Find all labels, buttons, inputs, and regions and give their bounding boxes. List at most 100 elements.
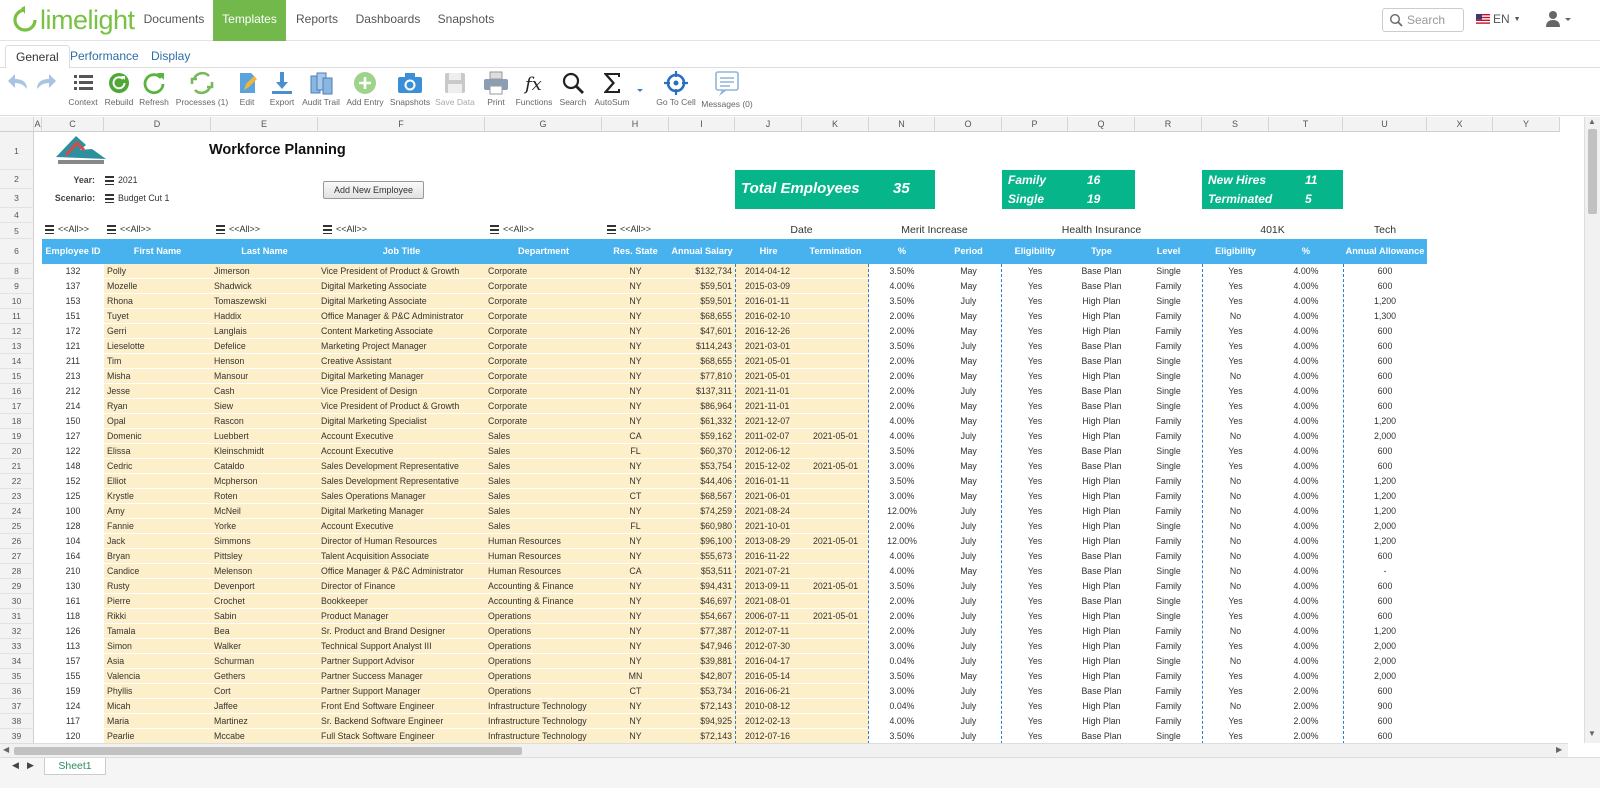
scroll-up-icon[interactable]: ▲: [1588, 117, 1596, 126]
cell-job-title[interactable]: Vice President of Product & Growth: [318, 399, 485, 414]
cell-401k-pct[interactable]: 4.00%: [1269, 279, 1343, 294]
cell-annual-salary[interactable]: $42,807: [669, 669, 735, 684]
cell-merit-period[interactable]: May: [935, 414, 1002, 429]
nav-reports[interactable]: Reports: [288, 0, 346, 41]
cell-job-title[interactable]: Talent Acquisition Associate: [318, 549, 485, 564]
cell-health-type[interactable]: High Plan: [1068, 429, 1135, 444]
search-input[interactable]: Search: [1382, 8, 1464, 32]
cell-401k-pct[interactable]: 4.00%: [1269, 294, 1343, 309]
cell-termination-date[interactable]: [802, 639, 869, 654]
cell-merit-period[interactable]: July: [935, 609, 1002, 624]
cell-hire-date[interactable]: 2012-06-12: [735, 444, 802, 459]
scroll-down-icon[interactable]: ▼: [1588, 729, 1596, 738]
cell-tech-allowance[interactable]: 1,200: [1343, 504, 1427, 519]
cell-job-title[interactable]: Office Manager & P&C Administrator: [318, 309, 485, 324]
cell-merit-pct[interactable]: 2.00%: [869, 519, 935, 534]
cell-annual-salary[interactable]: $60,980: [669, 519, 735, 534]
cell-employee-id[interactable]: 150: [42, 414, 104, 429]
column-header-q[interactable]: Q: [1068, 117, 1135, 132]
cell-health-level[interactable]: Family: [1135, 579, 1202, 594]
column-header-k[interactable]: K: [802, 117, 869, 132]
row-header-21[interactable]: 21: [0, 459, 34, 474]
cell-401k-eligibility[interactable]: No: [1202, 564, 1269, 579]
cell-health-level[interactable]: Family: [1135, 699, 1202, 714]
cell-first-name[interactable]: Amy: [104, 504, 211, 519]
cell-last-name[interactable]: Devenport: [211, 579, 318, 594]
cell-health-eligibility[interactable]: Yes: [1002, 564, 1068, 579]
cell-first-name[interactable]: Tim: [104, 354, 211, 369]
row-header-37[interactable]: 37: [0, 699, 34, 714]
cell-401k-pct[interactable]: 4.00%: [1269, 654, 1343, 669]
cell-department[interactable]: Sales: [485, 504, 602, 519]
cell-employee-id[interactable]: 128: [42, 519, 104, 534]
cell-job-title[interactable]: Vice President of Product & Growth: [318, 264, 485, 279]
cell-department[interactable]: Sales: [485, 459, 602, 474]
cell-merit-period[interactable]: July: [935, 699, 1002, 714]
cell-termination-date[interactable]: 2021-05-01: [802, 534, 869, 549]
cell-job-title[interactable]: Full Stack Software Engineer: [318, 729, 485, 743]
filter-last-name[interactable]: <<All>>: [216, 224, 260, 234]
cell-401k-pct[interactable]: 4.00%: [1269, 594, 1343, 609]
cell-employee-id[interactable]: 127: [42, 429, 104, 444]
cell-tech-allowance[interactable]: 600: [1343, 369, 1427, 384]
cell-hire-date[interactable]: 2021-10-01: [735, 519, 802, 534]
cell-res-state[interactable]: NY: [602, 384, 669, 399]
cell-termination-date[interactable]: [802, 474, 869, 489]
autosum-button[interactable]: AutoSum: [591, 70, 633, 114]
cell-first-name[interactable]: Rikki: [104, 609, 211, 624]
cell-job-title[interactable]: Sr. Product and Brand Designer: [318, 624, 485, 639]
row-header-18[interactable]: 18: [0, 414, 34, 429]
cell-merit-period[interactable]: July: [935, 549, 1002, 564]
cell-annual-salary[interactable]: $72,143: [669, 699, 735, 714]
row-header-25[interactable]: 25: [0, 519, 34, 534]
cell-401k-eligibility[interactable]: Yes: [1202, 639, 1269, 654]
cell-first-name[interactable]: Krystle: [104, 489, 211, 504]
cell-employee-id[interactable]: 157: [42, 654, 104, 669]
cell-401k-pct[interactable]: 4.00%: [1269, 579, 1343, 594]
cell-department[interactable]: Sales: [485, 519, 602, 534]
cell-res-state[interactable]: NY: [602, 549, 669, 564]
sheet-prev-icon[interactable]: ◀: [12, 760, 19, 771]
cell-401k-eligibility[interactable]: No: [1202, 369, 1269, 384]
cell-first-name[interactable]: Pierre: [104, 594, 211, 609]
cell-employee-id[interactable]: 113: [42, 639, 104, 654]
header-employee-id[interactable]: Employee ID: [42, 239, 104, 264]
cell-health-eligibility[interactable]: Yes: [1002, 309, 1068, 324]
cell-termination-date[interactable]: [802, 489, 869, 504]
row-header-29[interactable]: 29: [0, 579, 34, 594]
cell-health-eligibility[interactable]: Yes: [1002, 699, 1068, 714]
cell-health-level[interactable]: Family: [1135, 549, 1202, 564]
cell-department[interactable]: Accounting & Finance: [485, 594, 602, 609]
cell-employee-id[interactable]: 213: [42, 369, 104, 384]
cell-last-name[interactable]: Shadwick: [211, 279, 318, 294]
cell-annual-salary[interactable]: $77,387: [669, 624, 735, 639]
cell-termination-date[interactable]: [802, 264, 869, 279]
save-data-button[interactable]: Save Data: [434, 70, 476, 114]
header-tech-allowance[interactable]: Annual Allowance: [1343, 239, 1427, 264]
cell-employee-id[interactable]: 159: [42, 684, 104, 699]
cell-employee-id[interactable]: 118: [42, 609, 104, 624]
cell-termination-date[interactable]: [802, 324, 869, 339]
cell-merit-period[interactable]: May: [935, 474, 1002, 489]
cell-tech-allowance[interactable]: 2,000: [1343, 519, 1427, 534]
cell-annual-salary[interactable]: $137,311: [669, 384, 735, 399]
cell-health-type[interactable]: High Plan: [1068, 699, 1135, 714]
cell-health-level[interactable]: Family: [1135, 534, 1202, 549]
cell-401k-eligibility[interactable]: Yes: [1202, 399, 1269, 414]
cell-job-title[interactable]: Sales Development Representative: [318, 474, 485, 489]
cell-401k-pct[interactable]: 4.00%: [1269, 399, 1343, 414]
column-header-e[interactable]: E: [211, 117, 318, 132]
header-401k-pct[interactable]: %: [1269, 239, 1343, 264]
cell-merit-period[interactable]: July: [935, 384, 1002, 399]
cell-termination-date[interactable]: [802, 729, 869, 743]
go-to-cell-button[interactable]: Go To Cell: [655, 70, 697, 114]
cell-annual-salary[interactable]: $39,881: [669, 654, 735, 669]
cell-employee-id[interactable]: 137: [42, 279, 104, 294]
cell-res-state[interactable]: NY: [602, 309, 669, 324]
cell-res-state[interactable]: NY: [602, 474, 669, 489]
cell-employee-id[interactable]: 120: [42, 729, 104, 743]
filter-employee-id[interactable]: <<All>>: [45, 224, 89, 234]
cell-res-state[interactable]: NY: [602, 609, 669, 624]
cell-first-name[interactable]: Bryan: [104, 549, 211, 564]
cell-last-name[interactable]: Crochet: [211, 594, 318, 609]
